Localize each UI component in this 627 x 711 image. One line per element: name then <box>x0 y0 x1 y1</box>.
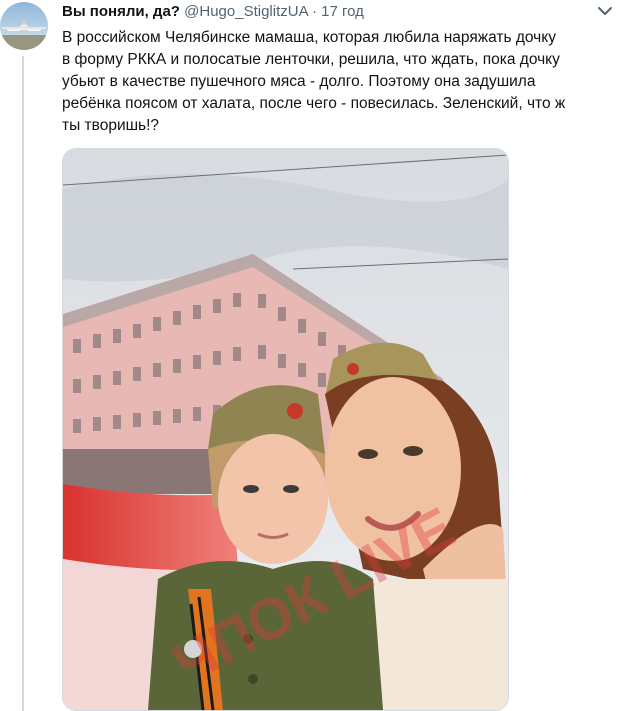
tweet[interactable]: Вы поняли, да? @Hugo_StiglitzUA · 17 год… <box>0 0 627 711</box>
thread-line <box>22 56 24 711</box>
display-name[interactable]: Вы поняли, да? <box>62 3 180 20</box>
separator-dot: · <box>311 3 317 20</box>
user-handle[interactable]: @Hugo_StiglitzUA <box>184 3 308 20</box>
timestamp[interactable]: 17 год <box>321 3 364 20</box>
photo-image: ЧПОК LIVE <box>63 149 508 710</box>
tweet-photo[interactable]: ЧПОК LIVE <box>62 148 509 711</box>
avatar[interactable] <box>0 2 48 50</box>
more-button[interactable] <box>597 4 613 18</box>
tweet-text: В российском Челябинске мамаша, которая … <box>62 29 566 134</box>
chevron-down-icon <box>598 7 612 15</box>
airplane-avatar-icon <box>0 2 48 50</box>
tweet-header: Вы поняли, да? @Hugo_StiglitzUA · 17 год <box>62 2 364 22</box>
